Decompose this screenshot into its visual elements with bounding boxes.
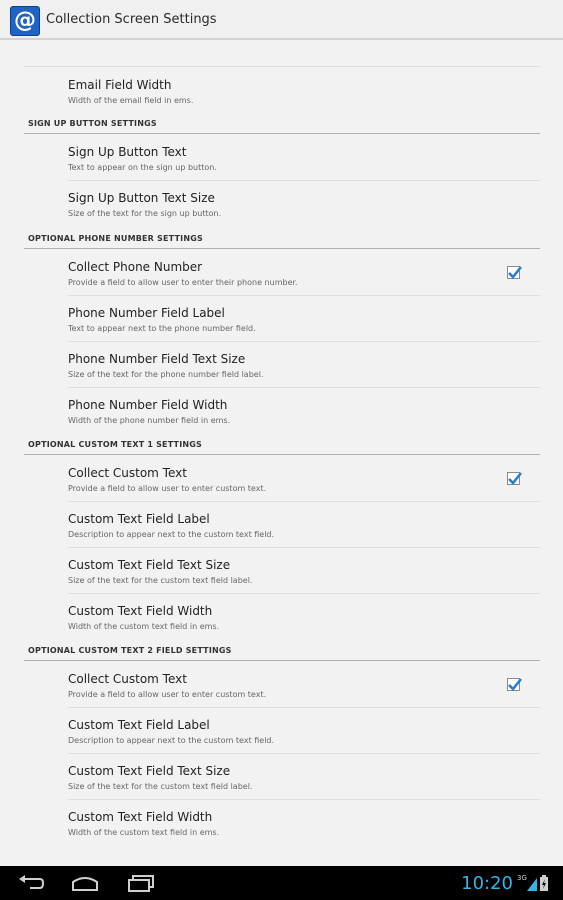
pref-summary: Provide a field to allow user to enter t…	[68, 278, 298, 287]
pref-phone-field-label[interactable]: Phone Number Field Label Text to appear …	[68, 296, 540, 342]
collect-custom-text-1-checkbox[interactable]	[507, 472, 523, 485]
pref-title: Sign Up Button Text Size	[68, 191, 215, 205]
status-icons: 3G	[517, 874, 549, 892]
pref-title: Email Field Width	[68, 78, 172, 92]
section-divider	[24, 248, 540, 249]
recent-apps-icon[interactable]	[126, 873, 156, 893]
battery-icon	[540, 875, 548, 891]
section-header-custom-text-1: OPTIONAL CUSTOM TEXT 1 SETTINGS	[28, 440, 203, 449]
back-icon[interactable]	[16, 873, 46, 893]
pref-summary: Description to appear next to the custom…	[68, 736, 275, 745]
pref-title: Collect Phone Number	[68, 260, 203, 274]
pref-title: Phone Number Field Label	[68, 306, 225, 320]
pref-custom-text-1-label[interactable]: Custom Text Field Label Description to a…	[68, 502, 540, 548]
pref-title: Custom Text Field Width	[68, 810, 213, 824]
pref-summary: Width of the custom text field in ems.	[68, 828, 220, 837]
pref-custom-text-2-label[interactable]: Custom Text Field Label Description to a…	[68, 708, 540, 754]
pref-custom-text-2-text-size[interactable]: Custom Text Field Text Size Size of the …	[68, 754, 540, 800]
pref-signup-button-text[interactable]: Sign Up Button Text Text to appear on th…	[68, 135, 540, 181]
pref-title: Custom Text Field Text Size	[68, 558, 231, 572]
pref-title: Custom Text Field Width	[68, 604, 213, 618]
network-type-label: 3G	[517, 874, 527, 882]
pref-title: Custom Text Field Label	[68, 512, 210, 526]
pref-title: Phone Number Field Width	[68, 398, 228, 412]
pref-collect-custom-text-1[interactable]: Collect Custom Text Provide a field to a…	[68, 456, 540, 502]
pref-phone-field-width[interactable]: Phone Number Field Width Width of the ph…	[68, 388, 540, 434]
page-title: Collection Screen Settings	[46, 12, 217, 27]
pref-signup-button-text-size[interactable]: Sign Up Button Text Size Size of the tex…	[68, 181, 540, 227]
pref-summary: Provide a field to allow user to enter c…	[68, 484, 267, 493]
pref-email-field-width[interactable]: Email Field Width Width of the email fie…	[68, 68, 540, 114]
pref-summary: Text to appear next to the phone number …	[68, 324, 256, 333]
collect-phone-checkbox[interactable]	[507, 266, 523, 279]
signal-icon	[527, 878, 537, 891]
pref-summary: Description to appear next to the custom…	[68, 530, 275, 539]
check-icon	[508, 472, 523, 485]
home-icon[interactable]	[70, 873, 100, 893]
section-divider	[24, 660, 540, 661]
section-divider	[24, 133, 540, 134]
pref-summary: Width of the custom text field in ems.	[68, 622, 220, 631]
system-nav-bar: 10:20 3G	[0, 866, 563, 900]
check-icon	[508, 678, 523, 691]
section-header-signup: SIGN UP BUTTON SETTINGS	[28, 119, 157, 128]
pref-phone-field-text-size[interactable]: Phone Number Field Text Size Size of the…	[68, 342, 540, 388]
pref-summary: Size of the text for the sign up button.	[68, 209, 222, 218]
pref-title: Sign Up Button Text	[68, 145, 187, 159]
collect-custom-text-2-checkbox[interactable]	[507, 678, 523, 691]
pref-title: Phone Number Field Text Size	[68, 352, 246, 366]
at-sign-app-icon[interactable]: @	[10, 6, 40, 36]
section-divider	[24, 454, 540, 455]
preference-list[interactable]: Email Field Width Width of the email fie…	[24, 62, 540, 862]
pref-collect-custom-text-2[interactable]: Collect Custom Text Provide a field to a…	[68, 662, 540, 708]
pref-custom-text-1-text-size[interactable]: Custom Text Field Text Size Size of the …	[68, 548, 540, 594]
pref-summary: Size of the text for the phone number fi…	[68, 370, 264, 379]
section-header-phone: OPTIONAL PHONE NUMBER SETTINGS	[28, 234, 203, 243]
pref-title: Collect Custom Text	[68, 672, 187, 686]
pref-summary: Size of the text for the custom text fie…	[68, 576, 253, 585]
top-divider	[24, 66, 540, 67]
pref-summary: Provide a field to allow user to enter c…	[68, 690, 267, 699]
pref-summary: Width of the phone number field in ems.	[68, 416, 231, 425]
check-icon	[508, 266, 523, 279]
pref-summary: Text to appear on the sign up button.	[68, 163, 217, 172]
settings-screen: @ Collection Screen Settings Email Field…	[0, 0, 563, 900]
clock: 10:20	[461, 873, 513, 894]
pref-title: Custom Text Field Label	[68, 718, 210, 732]
pref-title: Custom Text Field Text Size	[68, 764, 231, 778]
pref-custom-text-2-width[interactable]: Custom Text Field Width Width of the cus…	[68, 800, 540, 846]
pref-summary: Width of the email field in ems.	[68, 96, 194, 105]
pref-summary: Size of the text for the custom text fie…	[68, 782, 253, 791]
section-header-custom-text-2: OPTIONAL CUSTOM TEXT 2 FIELD SETTINGS	[28, 646, 232, 655]
action-bar: @ Collection Screen Settings	[0, 0, 563, 40]
pref-collect-phone-number[interactable]: Collect Phone Number Provide a field to …	[68, 250, 540, 296]
pref-title: Collect Custom Text	[68, 466, 187, 480]
pref-custom-text-1-width[interactable]: Custom Text Field Width Width of the cus…	[68, 594, 540, 640]
